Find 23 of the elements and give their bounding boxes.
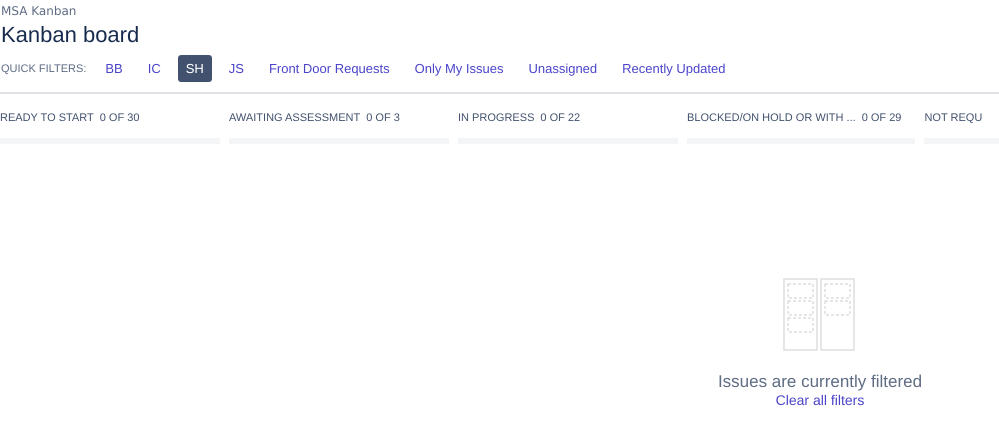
quick-filter-button[interactable]: SH (178, 55, 212, 82)
column-count: 0 OF 30 (100, 112, 140, 124)
empty-state-message: Issues are currently filtered (718, 372, 922, 392)
clear-filters-link[interactable]: Clear all filters (776, 392, 864, 408)
column-count: 0 OF 3 (366, 112, 400, 124)
breadcrumb-link[interactable]: MSA Kanban (0, 0, 76, 18)
quick-filter-button[interactable]: Front Door Requests (260, 55, 398, 82)
quick-filters-label: QUICK FILTERS: (1, 62, 86, 74)
column-title: IN PROGRESS (458, 112, 534, 124)
empty-board-icon (783, 278, 857, 352)
page-title: Kanban board (1, 22, 140, 48)
column-count: 0 OF 29 (862, 112, 902, 124)
column-title: AWAITING ASSESSMENT (229, 112, 360, 124)
quick-filter-button[interactable]: Unassigned (520, 55, 606, 82)
column-count: 0 OF 22 (540, 112, 580, 124)
quick-filter-button[interactable]: Recently Updated (614, 55, 734, 82)
column-title: NOT REQU (924, 112, 982, 124)
column-title: READY TO START (0, 112, 94, 124)
quick-filter-button[interactable]: IC (140, 55, 169, 82)
quick-filter-button[interactable]: JS (220, 55, 252, 82)
quick-filter-button[interactable]: Only My Issues (406, 55, 512, 82)
column-title: BLOCKED/ON HOLD OR WITH ... (687, 112, 856, 124)
quick-filter-button[interactable]: BB (97, 55, 131, 82)
